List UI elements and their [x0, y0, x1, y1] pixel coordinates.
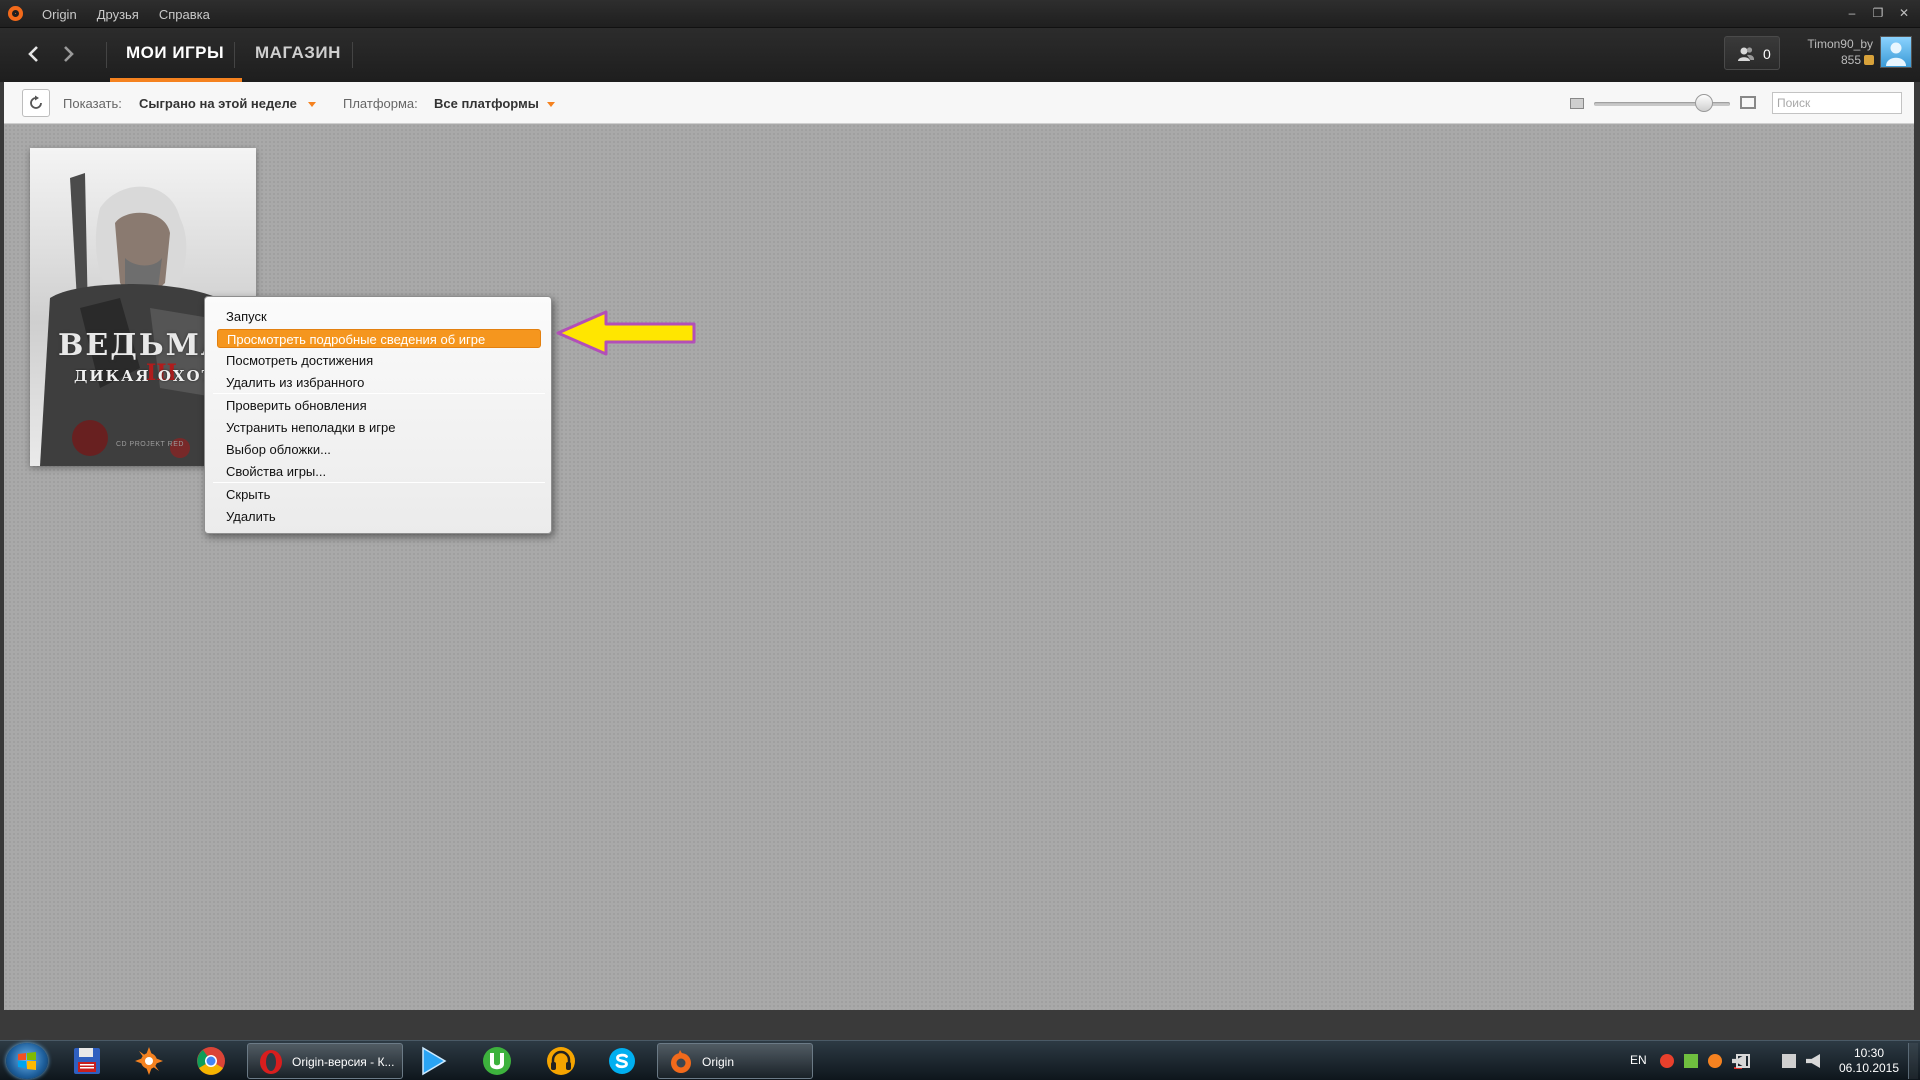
filter-bar: Показать: Сыграно на этой неделе Платфор… [4, 82, 1914, 124]
ctx-game-properties[interactable]: Свойства игры... [217, 462, 541, 481]
main-menu: Origin Друзья Справка [42, 7, 210, 22]
refresh-button[interactable] [22, 89, 50, 117]
headphones-icon[interactable] [545, 1045, 579, 1077]
nav-divider [234, 42, 235, 68]
menu-friends[interactable]: Друзья [97, 7, 139, 22]
show-desktop-button[interactable] [1908, 1043, 1918, 1079]
clock[interactable]: 10:30 06.10.2015 [1832, 1046, 1906, 1076]
windows-logo-icon [18, 1052, 36, 1070]
platform-filter-label: Платформа: [343, 96, 418, 111]
restore-icon[interactable]: ❐ [1870, 5, 1886, 21]
game-context-menu: Запуск Просмотреть подробные сведения об… [204, 296, 552, 534]
friends-count: 0 [1763, 46, 1771, 62]
ctx-repair-game[interactable]: Устранить неполадки в игре [217, 418, 541, 437]
forward-arrow-icon[interactable] [56, 42, 80, 66]
show-filter-chevron-down-icon[interactable] [308, 102, 316, 107]
games-grid [4, 124, 1914, 1010]
small-tiles-icon[interactable] [1570, 98, 1584, 109]
back-arrow-icon[interactable] [22, 42, 46, 66]
game-cover-brand: CD PROJEKT RED [116, 441, 184, 448]
tile-size-slider-thumb[interactable] [1695, 94, 1714, 112]
username[interactable]: Timon90_by [1795, 37, 1873, 51]
tray-opera-icon[interactable] [1660, 1054, 1674, 1068]
platform-filter-dropdown[interactable]: Все платформы [434, 96, 539, 111]
friends-icon [1738, 47, 1755, 61]
friends-button[interactable]: 0 [1724, 36, 1780, 70]
floppy-icon[interactable] [71, 1045, 105, 1077]
tab-my-games[interactable]: МОИ ИГРЫ [109, 28, 243, 82]
menu-help[interactable]: Справка [159, 7, 210, 22]
show-filter-label: Показать: [63, 96, 122, 111]
platform-filter-chevron-down-icon[interactable] [547, 102, 555, 107]
avatar-person-icon [1886, 42, 1906, 66]
status-strip [0, 1010, 1920, 1040]
origin-points: 855 [1840, 53, 1861, 67]
search-input[interactable] [1772, 92, 1902, 114]
ctx-check-updates[interactable]: Проверить обновления [217, 396, 541, 415]
start-button[interactable] [6, 1043, 48, 1079]
tray-nvidia-icon[interactable] [1684, 1054, 1698, 1068]
ctx-separator [213, 393, 545, 394]
avast-icon[interactable] [133, 1045, 167, 1077]
language-indicator[interactable]: EN [1630, 1053, 1647, 1067]
tray-volume-icon[interactable] [1806, 1054, 1820, 1068]
ctx-choose-cover[interactable]: Выбор обложки... [217, 440, 541, 459]
refresh-icon [30, 95, 42, 109]
large-tiles-icon[interactable] [1740, 96, 1756, 109]
tray-avast-icon[interactable] [1708, 1054, 1722, 1068]
window-controls: – ❐ ✕ [1844, 5, 1912, 21]
taskbar-task-origin[interactable]: Origin [657, 1043, 813, 1079]
opera-icon [260, 1050, 282, 1074]
taskbar-task-opera[interactable]: Origin-версия - К... [247, 1043, 403, 1079]
points-icon [1864, 55, 1874, 65]
minimize-icon[interactable]: – [1844, 5, 1860, 21]
origin-icon [671, 1050, 691, 1073]
ctx-delete[interactable]: Удалить [217, 507, 541, 526]
nav-bar: МОИ ИГРЫ МАГАЗИН 0 Timon90_by 855 [0, 28, 1920, 82]
show-filter-dropdown[interactable]: Сыграно на этой неделе [139, 96, 297, 111]
taskbar-task-label: Origin-версия - К... [292, 1055, 395, 1069]
nav-divider [352, 42, 353, 68]
menu-origin[interactable]: Origin [42, 7, 77, 22]
avatar[interactable] [1880, 36, 1912, 68]
clock-date: 06.10.2015 [1838, 1061, 1900, 1075]
ctx-hide[interactable]: Скрыть [217, 485, 541, 504]
skype-icon[interactable] [606, 1045, 640, 1077]
nav-divider [106, 42, 107, 68]
tab-store[interactable]: МАГАЗИН [255, 28, 341, 82]
utorrent-icon[interactable] [481, 1045, 515, 1077]
tray-action-center-icon[interactable] [1736, 1054, 1750, 1068]
tray-network-icon[interactable] [1782, 1054, 1796, 1068]
clock-time: 10:30 [1853, 1046, 1885, 1060]
chrome-icon[interactable] [195, 1045, 229, 1077]
ctx-separator [213, 482, 545, 483]
taskbar-task-label: Origin [702, 1055, 735, 1069]
ctx-remove-from-favorites[interactable]: Удалить из избранного [217, 373, 541, 392]
ctx-view-achievements[interactable]: Посмотреть достижения [217, 351, 541, 370]
close-icon[interactable]: ✕ [1896, 5, 1912, 21]
title-bar: Origin Друзья Справка – ❐ ✕ [0, 0, 1920, 28]
origin-logo-icon [8, 6, 23, 21]
annotation-arrow-icon [556, 310, 696, 356]
taskbar: Origin-версия - К... Origin EN 10:30 06.… [0, 1040, 1920, 1080]
media-player-icon[interactable] [417, 1045, 451, 1077]
window-border-right [1914, 82, 1920, 1010]
ctx-launch[interactable]: Запуск [217, 307, 541, 326]
ctx-view-game-details[interactable]: Просмотреть подробные сведения об игре [217, 329, 541, 348]
